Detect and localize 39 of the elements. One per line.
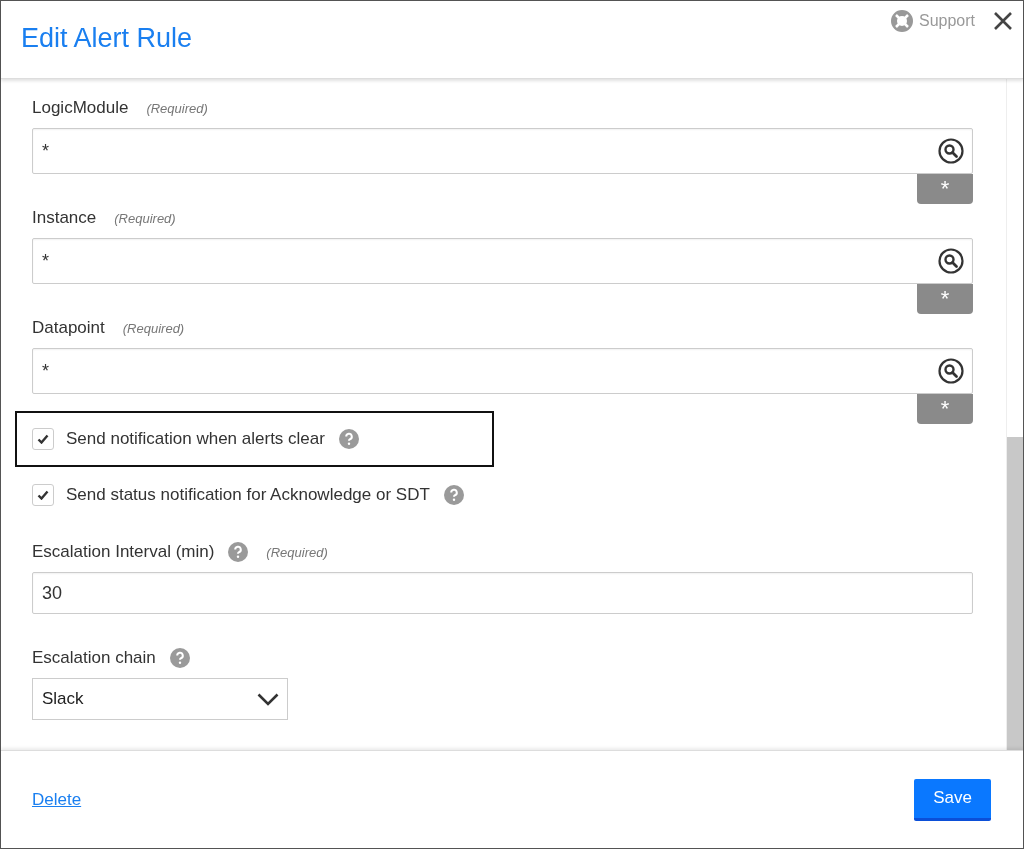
help-icon[interactable] — [228, 542, 249, 562]
required-note: (Required) — [146, 100, 208, 116]
value-tag: * — [917, 174, 973, 204]
input-field[interactable]: 30 — [32, 572, 973, 614]
close-button[interactable] — [993, 11, 1013, 31]
lifebuoy-icon — [890, 10, 913, 32]
help-icon[interactable] — [169, 648, 190, 668]
help-icon[interactable] — [338, 429, 359, 449]
help-icon[interactable] — [443, 485, 464, 505]
scrollbar[interactable] — [1006, 79, 1023, 750]
window-title: Edit Alert Rule — [21, 23, 193, 54]
field-label: Instance — [32, 208, 97, 228]
input-field[interactable]: * — [32, 348, 973, 394]
delete-link[interactable]: Delete — [32, 789, 82, 810]
field-label: Escalation chain — [32, 648, 156, 668]
required-note: (Required) — [266, 544, 328, 560]
field-label: LogicModule — [32, 98, 129, 118]
select-field[interactable]: Slack — [32, 678, 288, 720]
save-button[interactable]: Save — [914, 778, 991, 821]
field-label: Escalation Interval (min) — [32, 542, 215, 562]
required-note: (Required) — [114, 210, 176, 226]
field-label: Datapoint — [32, 318, 105, 338]
search-icon[interactable] — [938, 248, 964, 274]
value-tag: * — [917, 284, 973, 314]
close-icon — [993, 11, 1013, 31]
input-field[interactable]: * — [32, 238, 973, 284]
checkbox[interactable] — [32, 428, 54, 450]
input-field[interactable]: * — [32, 128, 973, 174]
checkbox-label: Send notification when alerts clear — [66, 429, 325, 449]
checkmark-icon — [37, 490, 49, 500]
search-icon[interactable] — [938, 358, 964, 384]
search-icon[interactable] — [938, 138, 964, 164]
checkmark-icon — [37, 434, 49, 444]
value-tag: * — [917, 394, 973, 424]
required-note: (Required) — [122, 320, 185, 336]
chevron-down-icon — [257, 692, 279, 706]
checkbox[interactable] — [32, 484, 54, 506]
checkbox-label: Send status notification for Acknowledge or SDT — [66, 485, 430, 505]
scrollbar-thumb[interactable] — [1007, 437, 1023, 750]
